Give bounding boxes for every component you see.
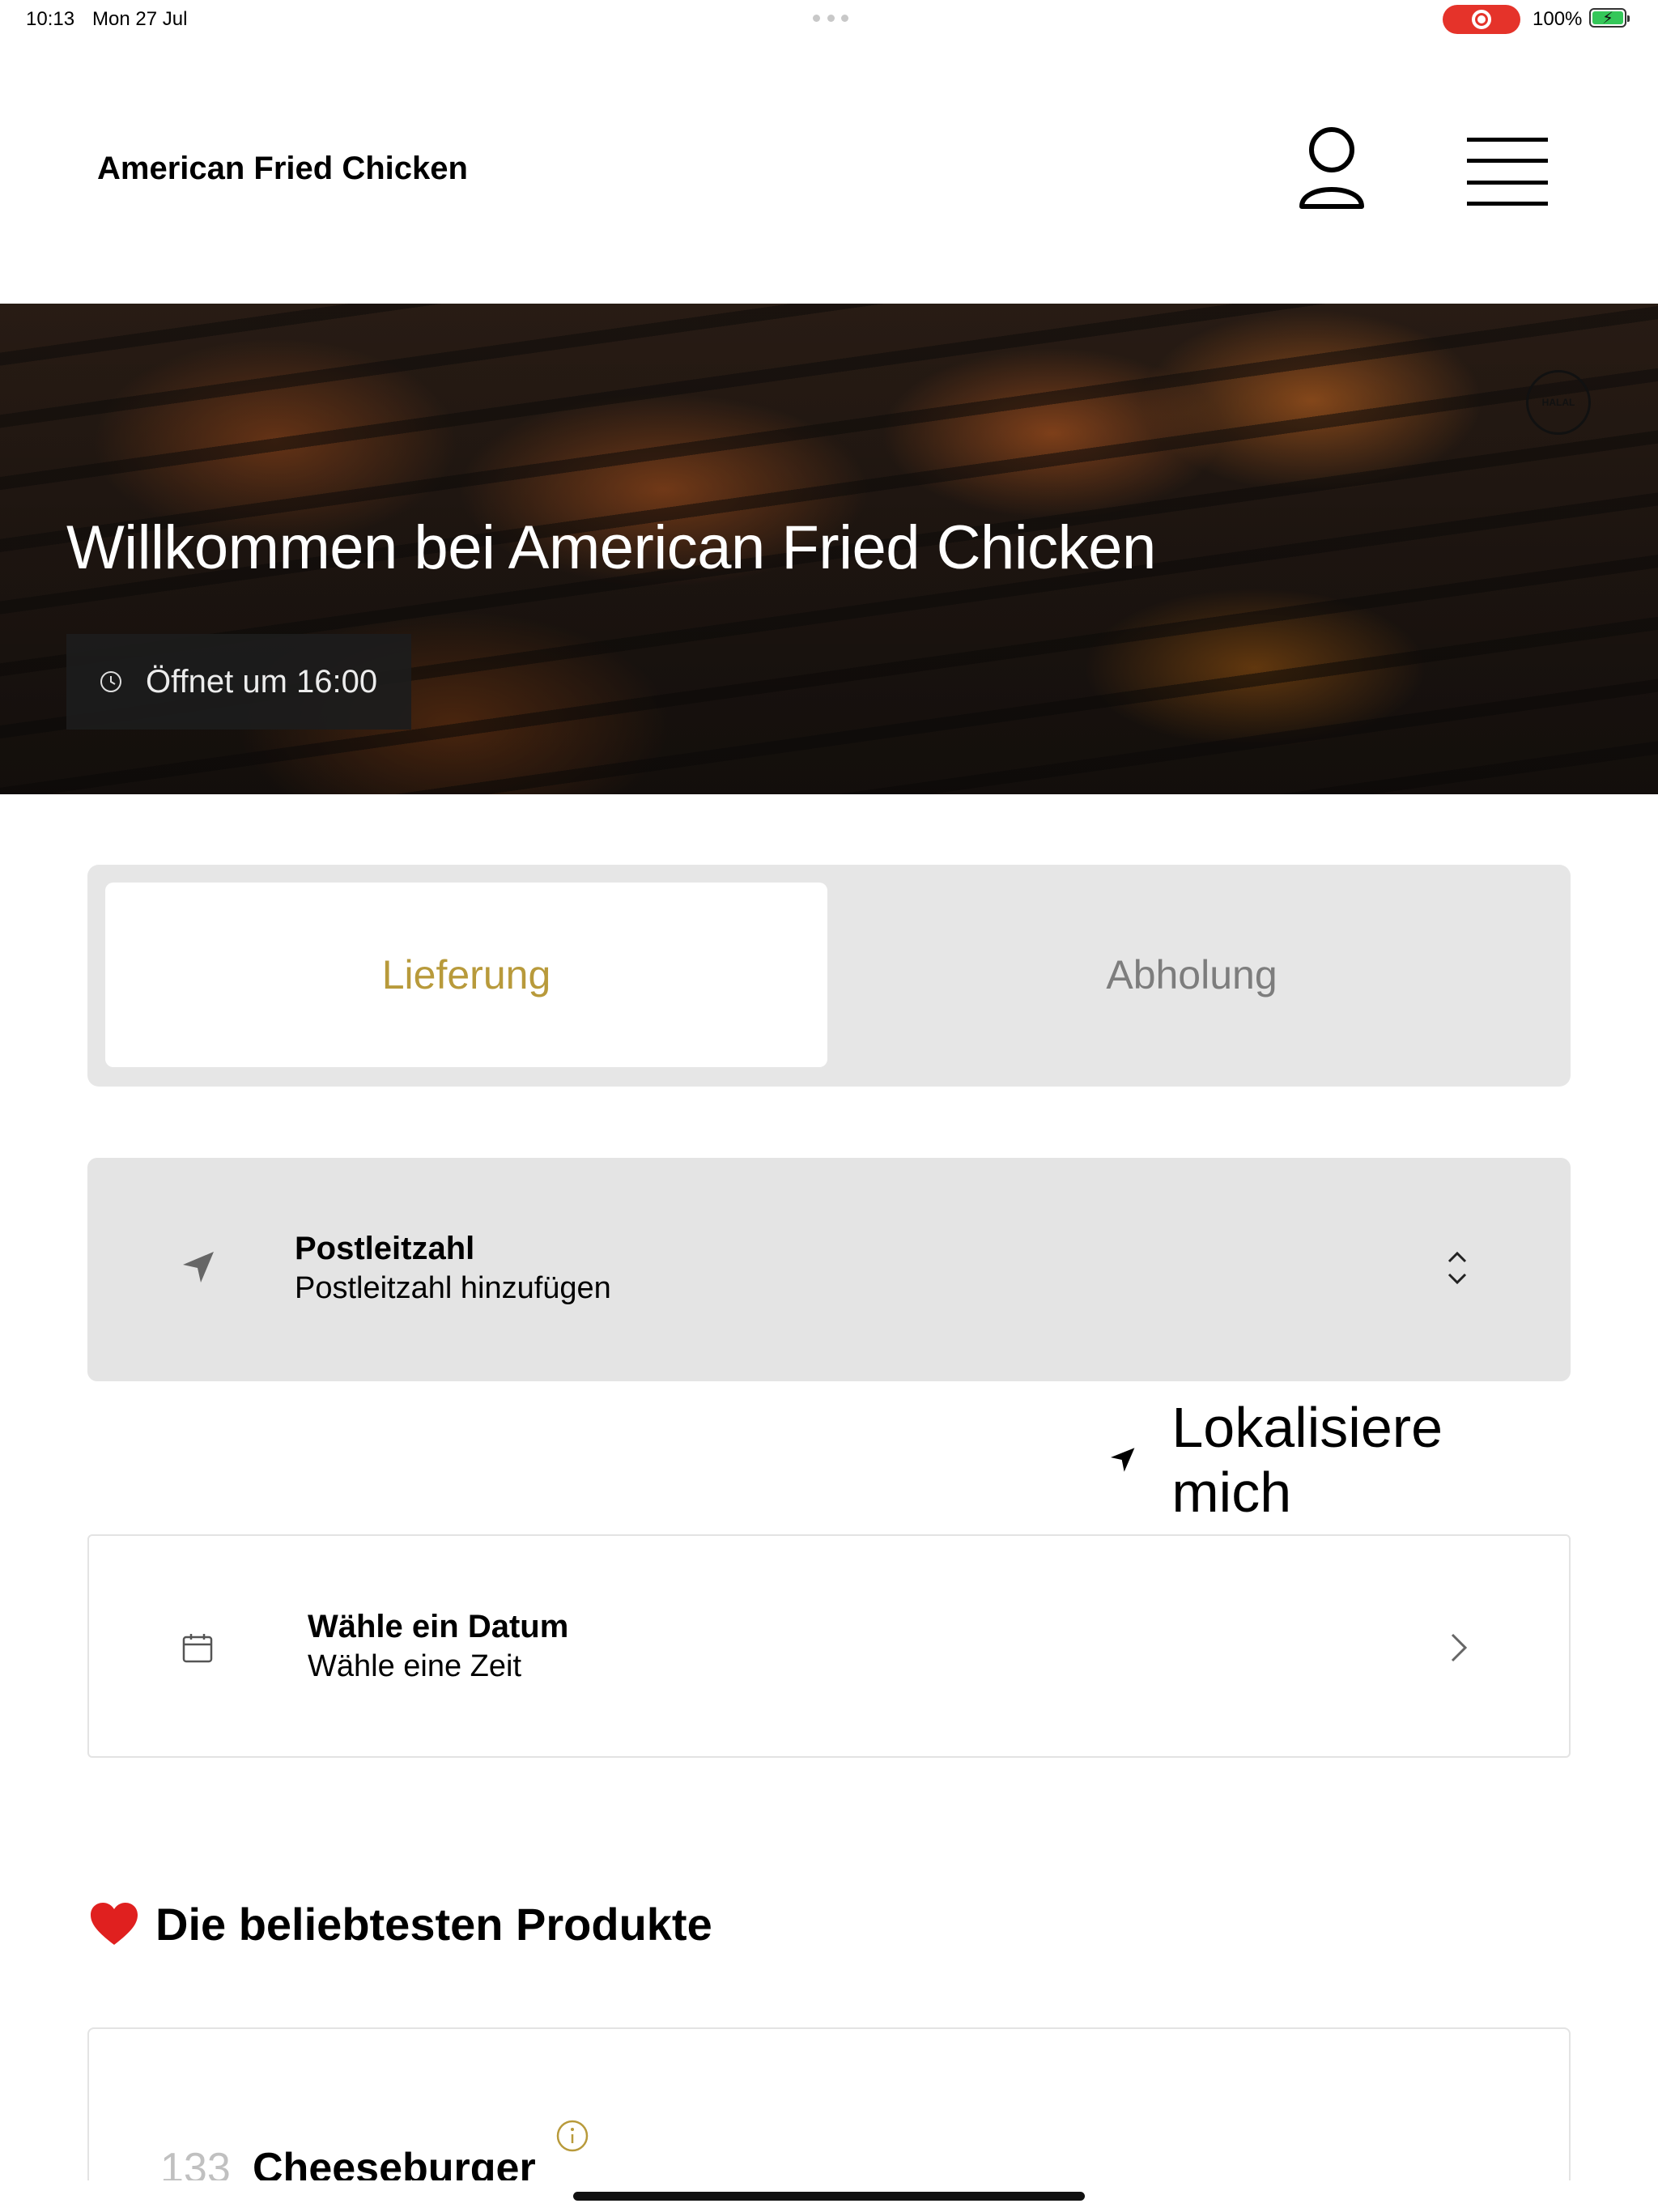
order-type-toggle: Lieferung Abholung	[87, 865, 1571, 1087]
time-label: Wähle eine Zeit	[308, 1649, 522, 1683]
postcode-placeholder: Postleitzahl hinzufügen	[295, 1271, 611, 1305]
hamburger-menu-icon[interactable]	[1467, 138, 1548, 206]
location-arrow-icon	[1110, 1448, 1135, 1472]
status-date: Mon 27 Jul	[92, 8, 188, 30]
status-bar: 10:13 Mon 27 Jul 100% ⚡	[0, 0, 1658, 39]
screen-recording-icon	[1443, 5, 1520, 34]
person-icon[interactable]	[1295, 125, 1368, 216]
clock-icon	[100, 671, 121, 692]
popular-products-heading: Die beliebtesten Produkte	[89, 1898, 712, 1950]
battery-icon: ⚡	[1589, 8, 1630, 28]
battery-percentage: 100%	[1533, 8, 1583, 30]
status-time: 10:13	[26, 8, 75, 30]
chevron-right-icon	[1451, 1633, 1468, 1662]
calendar-icon	[182, 1634, 213, 1663]
halal-logo-icon: HALAL	[1526, 370, 1591, 435]
locate-me-label: Lokalisiere mich	[1171, 1396, 1443, 1524]
tab-delivery[interactable]: Lieferung	[105, 883, 827, 1067]
hero-title: Willkommen bei American Fried Chicken	[66, 513, 1156, 582]
multitasking-dots-icon[interactable]	[813, 15, 848, 23]
date-label: Wähle ein Datum	[308, 1609, 569, 1644]
app-title: American Fried Chicken	[97, 151, 468, 186]
section-title: Die beliebtesten Produkte	[155, 1899, 712, 1950]
tab-pickup[interactable]: Abholung	[831, 883, 1553, 1067]
heart-icon	[91, 1902, 138, 1945]
date-time-selector[interactable]: Wähle ein Datum Wähle eine Zeit	[87, 1534, 1571, 1758]
locate-me-button[interactable]: Lokalisiere mich	[1109, 1396, 1571, 1524]
postcode-label: Postleitzahl	[295, 1231, 475, 1266]
location-arrow-icon	[183, 1252, 214, 1283]
info-icon[interactable]	[555, 2119, 589, 2153]
chevron-up-down-icon	[1448, 1251, 1467, 1285]
postcode-selector[interactable]: Postleitzahl Postleitzahl hinzufügen	[87, 1158, 1571, 1381]
hero-banner: HALAL Willkommen bei American Fried Chic…	[0, 304, 1658, 794]
opening-time-text: Öffnet um 16:00	[146, 663, 378, 700]
home-indicator[interactable]	[573, 2192, 1085, 2201]
opening-hours-badge: Öffnet um 16:00	[66, 634, 411, 730]
